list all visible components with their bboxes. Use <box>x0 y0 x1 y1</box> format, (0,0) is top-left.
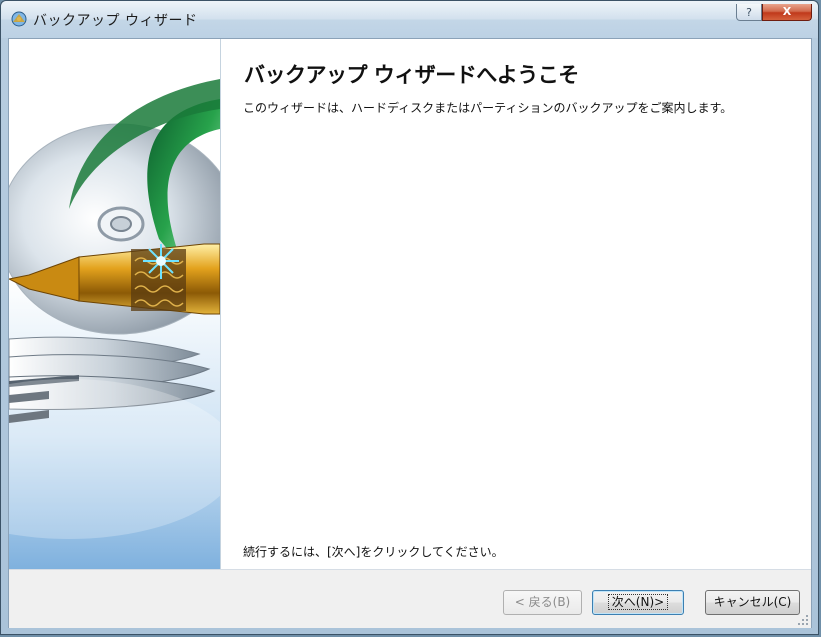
button-bar: < 戻る(B) 次へ(N)> キャンセル(C) <box>9 569 811 628</box>
side-illustration <box>9 39 221 569</box>
backup-app-icon <box>11 11 27 27</box>
next-button-label: 次へ(N)> <box>607 594 669 610</box>
next-button[interactable]: 次へ(N)> <box>592 590 684 615</box>
wizard-description: このウィザードは、ハードディスクまたはパーティションのバックアップをご案内します… <box>243 101 733 115</box>
close-button[interactable]: X <box>762 4 812 21</box>
wizard-client-area: バックアップ ウィザードへようこそ このウィザードは、ハードディスクまたはパーテ… <box>8 38 812 628</box>
wizard-window: バックアップ ウィザード ? X バックアップ ウィザードへようこそ このウィザ… <box>0 0 819 635</box>
title-bar[interactable]: バックアップ ウィザード ? X <box>1 1 818 38</box>
cancel-button[interactable]: キャンセル(C) <box>705 590 800 615</box>
continue-instruction: 続行するには、[次へ]をクリックしてください。 <box>243 545 504 559</box>
disk-pen-illustration <box>9 39 220 569</box>
resize-grip-icon[interactable] <box>797 614 809 626</box>
back-button[interactable]: < 戻る(B) <box>503 590 582 615</box>
help-button[interactable]: ? <box>736 4 762 21</box>
window-title: バックアップ ウィザード <box>33 13 198 29</box>
wizard-content: バックアップ ウィザードへようこそ このウィザードは、ハードディスクまたはパーテ… <box>232 39 802 569</box>
page-title: バックアップ ウィザードへようこそ <box>244 63 579 87</box>
